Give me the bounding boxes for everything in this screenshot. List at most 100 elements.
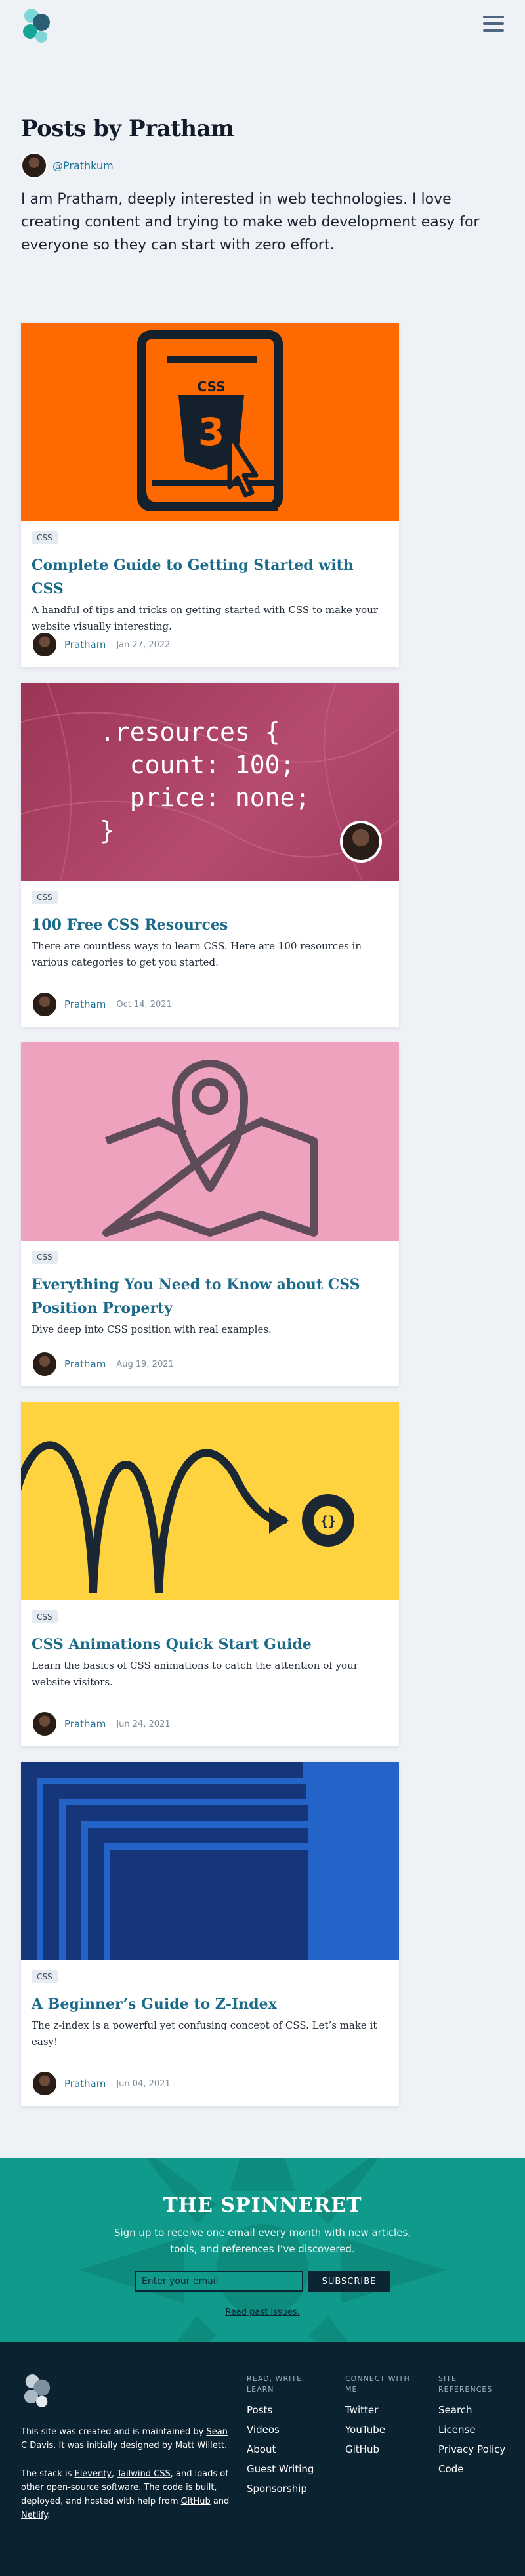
stacked-layers-icon — [21, 1762, 308, 1960]
code-snippet-illustration: .resources { count: 100; price: none; } — [21, 683, 399, 881]
post-date: Aug 19, 2021 — [116, 1359, 174, 1369]
post-date: Jan 27, 2022 — [116, 639, 171, 650]
post-date: Jun 24, 2021 — [116, 1719, 171, 1729]
newsletter-section: THE SPINNERET Sign up to receive one ema… — [0, 2158, 525, 2342]
tag-badge[interactable]: CSS — [32, 1970, 58, 1983]
tailwind-link[interactable]: Tailwind CSS — [117, 2469, 170, 2479]
avatar — [32, 1711, 58, 1737]
footer-stack: The stack is Eleventy, Tailwind CSS, and… — [21, 2467, 231, 2522]
subscribe-button[interactable]: SUBSCRIBE — [308, 2271, 390, 2292]
post-card[interactable]: .resources { count: 100; price: none; } … — [21, 683, 399, 1027]
footer-link-about[interactable]: About — [247, 2443, 276, 2455]
post-cover-image[interactable]: .resources { count: 100; price: none; } — [21, 683, 399, 881]
post-meta: Pratham Jan 27, 2022 — [32, 632, 170, 658]
netlify-link[interactable]: Netlify — [21, 2510, 47, 2520]
footer-link-twitter[interactable]: Twitter — [345, 2404, 378, 2416]
site-logo-icon[interactable] — [20, 7, 52, 43]
avatar — [32, 632, 58, 658]
footer-text: . — [224, 2441, 228, 2451]
svg-text:CSS: CSS — [198, 379, 226, 395]
footer-text: and — [210, 2497, 230, 2506]
footer-link-guest-writing[interactable]: Guest Writing — [247, 2463, 314, 2475]
post-title-link[interactable]: Complete Guide to Getting Started with C… — [32, 553, 388, 601]
post-card[interactable]: CSS Everything You Need to Know about CS… — [21, 1042, 399, 1386]
post-cover-image[interactable] — [21, 1042, 399, 1241]
post-title-link[interactable]: Everything You Need to Know about CSS Po… — [32, 1273, 388, 1320]
footer-logo-icon[interactable] — [21, 2372, 52, 2408]
tag-badge[interactable]: CSS — [32, 1251, 58, 1264]
post-meta: Pratham Jun 04, 2021 — [32, 2071, 171, 2097]
post-card[interactable]: CSS A Beginner’s Guide to Z-Index The z-… — [21, 1762, 399, 2106]
footer-text: . — [47, 2510, 51, 2520]
post-date: Jun 04, 2021 — [116, 2078, 171, 2089]
post-meta: Pratham Aug 19, 2021 — [32, 1351, 174, 1377]
newsletter-form: SUBSCRIBE — [135, 2271, 390, 2292]
avatar — [21, 152, 47, 179]
post-cover-image[interactable]: CSS 3 — [21, 323, 399, 521]
email-input[interactable] — [135, 2271, 303, 2292]
page-title: Posts by Pratham — [21, 116, 234, 142]
footer-column-read: READ, WRITE, LEARN Posts Videos About Gu… — [247, 2374, 332, 2499]
footer-column-heading: READ, WRITE, LEARN — [247, 2374, 305, 2394]
author-name-link[interactable]: Pratham — [64, 1718, 106, 1730]
footer-column-connect: CONNECT WITH ME Twitter YouTube GitHub — [345, 2374, 424, 2459]
footer-text: The stack is — [21, 2469, 75, 2479]
post-title-link[interactable]: A Beginner’s Guide to Z-Index — [32, 1992, 388, 2016]
hamburger-menu-icon[interactable] — [483, 16, 504, 33]
footer-column-references: SITE REFERENCES Search License Privacy P… — [438, 2374, 511, 2479]
author-name-link[interactable]: Pratham — [64, 2078, 106, 2090]
post-excerpt: Dive deep into CSS position with real ex… — [32, 1323, 272, 1335]
past-issues-link[interactable]: Read past issues. — [225, 2308, 299, 2317]
post-card[interactable]: CSS 3 CSS Complete Guide to Getting Star… — [21, 323, 399, 667]
tag-badge[interactable]: CSS — [32, 891, 58, 904]
footer-column-heading: CONNECT WITH ME — [345, 2374, 410, 2394]
post-cover-image[interactable] — [21, 1762, 399, 1960]
post-excerpt: There are countless ways to learn CSS. H… — [32, 940, 362, 968]
github-link[interactable]: GitHub — [181, 2497, 211, 2506]
designer-link[interactable]: Matt Willett — [175, 2441, 224, 2451]
footer-link-posts[interactable]: Posts — [247, 2404, 272, 2416]
author-bio: I am Pratham, deeply interested in web t… — [21, 191, 480, 253]
post-cover-image[interactable]: {} — [21, 1402, 399, 1600]
code-braces-label: {} — [320, 1513, 336, 1529]
footer-link-code[interactable]: Code — [438, 2463, 463, 2475]
author-intro: Posts by Pratham @Prathkum I am Pratham,… — [21, 116, 494, 257]
post-excerpt: Learn the basics of CSS animations to ca… — [32, 1660, 358, 1688]
code-line: count: 100; — [100, 750, 295, 779]
code-line: } — [100, 816, 115, 845]
footer-link-sponsorship[interactable]: Sponsorship — [247, 2483, 307, 2495]
bouncing-arrow-icon: {} — [21, 1441, 354, 1593]
css-book-icon: CSS 3 — [137, 330, 283, 511]
avatar — [32, 2071, 58, 2097]
post-meta: Pratham Jun 24, 2021 — [32, 1711, 171, 1737]
footer-credits: This site was created and is maintained … — [21, 2425, 231, 2453]
footer-link-youtube[interactable]: YouTube — [345, 2424, 385, 2436]
footer-about: This site was created and is maintained … — [21, 2425, 231, 2537]
footer-text: This site was created and is maintained … — [21, 2427, 207, 2437]
footer-link-github[interactable]: GitHub — [345, 2443, 379, 2455]
post-card[interactable]: {} CSS CSS Animations Quick Start Guide … — [21, 1402, 399, 1746]
footer-column-heading: SITE REFERENCES — [438, 2374, 493, 2394]
author-name-link[interactable]: Pratham — [64, 998, 106, 1010]
map-pin-icon — [102, 1060, 318, 1237]
footer-link-license[interactable]: License — [438, 2424, 476, 2436]
footer-text: . It was initially designed by — [53, 2441, 175, 2451]
twitter-handle-link[interactable]: @Prathkum — [52, 160, 114, 172]
author-name-link[interactable]: Pratham — [64, 1358, 106, 1370]
eleventy-link[interactable]: Eleventy — [74, 2469, 112, 2479]
footer-link-search[interactable]: Search — [438, 2404, 472, 2416]
post-title-link[interactable]: CSS Animations Quick Start Guide — [32, 1633, 388, 1656]
tag-badge[interactable]: CSS — [32, 1610, 58, 1623]
code-line: .resources { — [100, 718, 280, 746]
footer-link-videos[interactable]: Videos — [247, 2424, 280, 2436]
svg-text:3: 3 — [198, 410, 224, 454]
footer-link-privacy-policy[interactable]: Privacy Policy — [438, 2443, 505, 2455]
author-name-link[interactable]: Pratham — [64, 639, 106, 651]
tag-badge[interactable]: CSS — [32, 531, 58, 544]
author-line: @Prathkum — [21, 152, 494, 179]
newsletter-title: THE SPINNERET — [163, 2194, 362, 2217]
post-excerpt: A handful of tips and tricks on getting … — [32, 604, 379, 632]
site-footer: This site was created and is maintained … — [0, 2342, 525, 2576]
avatar — [32, 1351, 58, 1377]
post-title-link[interactable]: 100 Free CSS Resources — [32, 913, 388, 937]
